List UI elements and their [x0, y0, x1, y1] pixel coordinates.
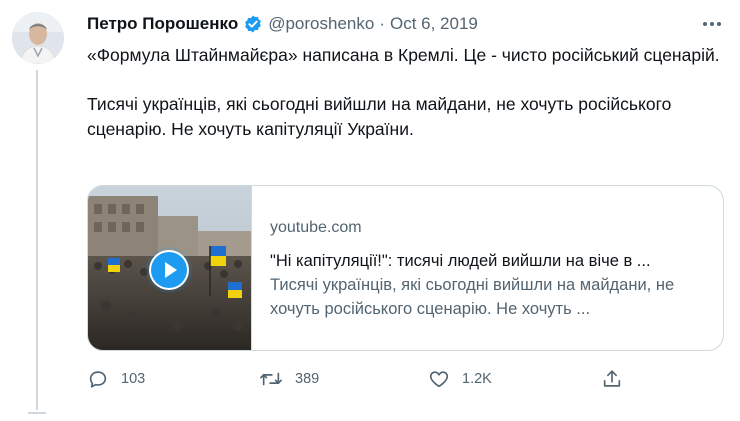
retweet-icon: [260, 372, 282, 386]
author-avatar[interactable]: [12, 12, 64, 64]
reply-button[interactable]: 103: [87, 366, 145, 392]
card-description: Тисячі українців, які сьогодні вийшли на…: [270, 276, 675, 318]
tweet-date[interactable]: Oct 6, 2019: [390, 14, 478, 34]
author-handle[interactable]: @poroshenko: [268, 14, 374, 34]
like-count: 1.2K: [462, 371, 492, 387]
retweet-button[interactable]: 389: [259, 366, 319, 392]
reply-count: 103: [121, 371, 146, 387]
retweet-count: 389: [295, 371, 320, 387]
like-button[interactable]: 1.2K: [428, 366, 492, 392]
tweet-paragraph: «Формула Штайнмайєра» написана в Кремлі.…: [87, 45, 720, 65]
more-dots-icon[interactable]: [699, 14, 725, 34]
share-button[interactable]: [601, 366, 623, 392]
thread-line: [36, 70, 38, 410]
heart-icon: [429, 371, 449, 388]
share-icon: [603, 370, 621, 387]
author-name[interactable]: Петро Порошенко: [87, 14, 238, 34]
tweet-header: Петро Порошенко @poroshenko · Oct 6, 201…: [87, 12, 478, 36]
thread-line-end: [28, 412, 46, 421]
tweet-actions: 103 389 1.2K: [87, 366, 647, 392]
tweet-paragraph: Тисячі українців, які сьогодні вийшли на…: [87, 94, 672, 139]
link-preview-card[interactable]: youtube.com "Ні капітуляції!": тисячі лю…: [87, 185, 724, 351]
reply-icon: [89, 371, 107, 388]
video-thumbnail[interactable]: [88, 186, 252, 350]
play-icon[interactable]: [149, 250, 189, 290]
avatar-image: [12, 12, 64, 64]
card-domain: youtube.com: [270, 219, 362, 236]
card-title: "Ні капітуляції!": тисячі людей вийшли н…: [270, 252, 651, 270]
header-separator: ·: [379, 14, 385, 33]
verified-badge-icon: [243, 14, 263, 34]
tweet-text: «Формула Штайнмайєра» написана в Кремлі.…: [87, 43, 727, 141]
card-body[interactable]: youtube.com "Ні капітуляції!": тисячі лю…: [252, 186, 723, 350]
